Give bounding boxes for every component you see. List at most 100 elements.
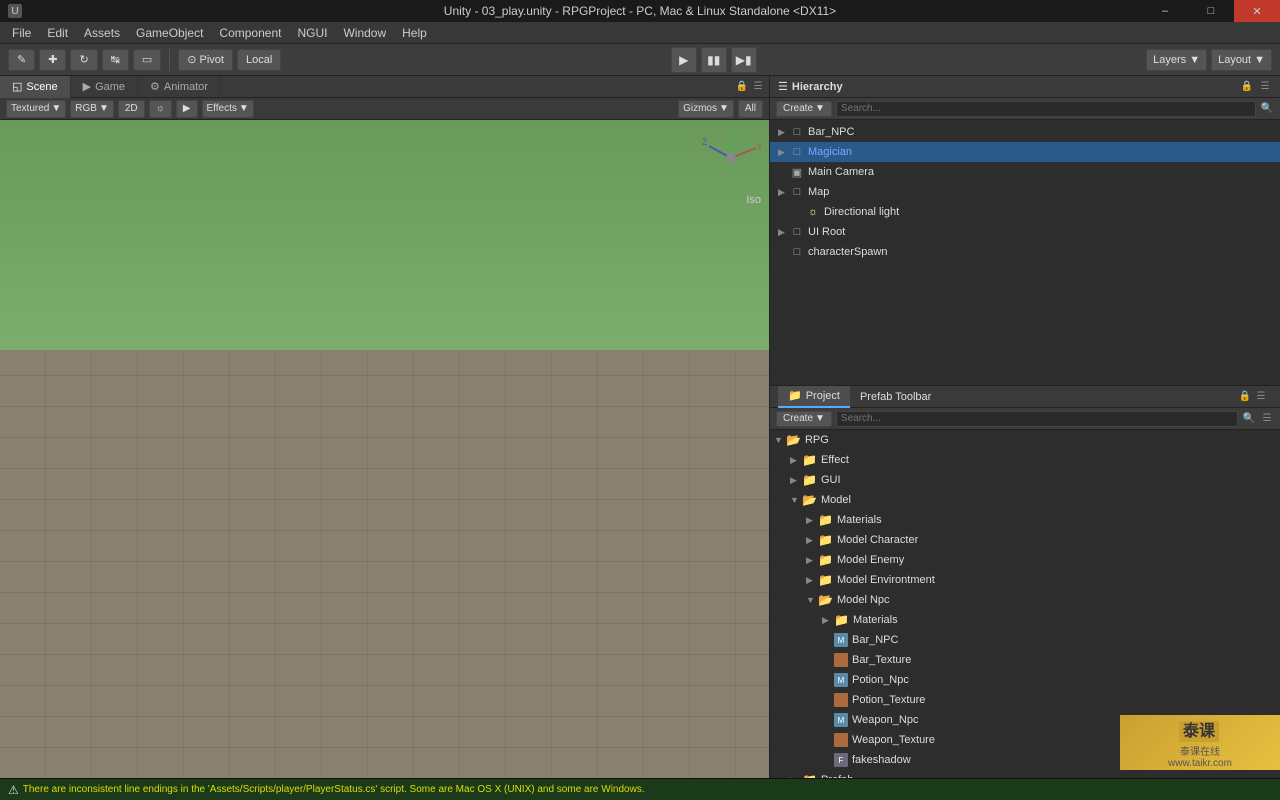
tree-arrow-icon-2: ▶ <box>778 147 790 158</box>
menu-gameobject[interactable]: GameObject <box>128 24 211 42</box>
menu-window[interactable]: Window <box>335 24 394 42</box>
tab-scene[interactable]: ◱ Scene <box>0 76 71 98</box>
hierarchy-lock-icon[interactable]: 🔒 <box>1240 80 1254 94</box>
folder-icon-model-enemy: 📁 <box>818 553 833 567</box>
tab-game[interactable]: ▶ Game <box>71 76 138 98</box>
project-lock-icon[interactable]: 🔒 <box>1238 390 1252 404</box>
project-item-label-rpg: RPG <box>805 434 829 446</box>
tree-item-bar-npc[interactable]: ▶ □ Bar_NPC <box>770 122 1280 142</box>
audio-button[interactable]: ▶ <box>176 100 198 118</box>
close-button[interactable]: ✕ <box>1234 0 1280 22</box>
project-tree-item-bar-npc-asset[interactable]: MBar_NPC <box>770 630 1280 650</box>
tree-item-directional-light[interactable]: ▶ ☼ Directional light <box>770 202 1280 222</box>
minimize-button[interactable]: – <box>1142 0 1188 22</box>
move-tool[interactable]: ✚ <box>39 49 66 71</box>
project-tree-item-model-npc[interactable]: ▼📂Model Npc <box>770 590 1280 610</box>
project-tree-item-gui[interactable]: ▶📁GUI <box>770 470 1280 490</box>
play-button[interactable]: ▶ <box>671 47 697 73</box>
pivot-button[interactable]: ⊙ Pivot <box>178 49 233 71</box>
scene-icon: ◱ <box>12 80 22 93</box>
tree-arrow-icon-4: ▶ <box>778 187 790 198</box>
gameobject-icon-2: □ <box>790 145 804 159</box>
project-tree-item-model-environment[interactable]: ▶📁 Model Environtment <box>770 570 1280 590</box>
project-controls: 🔒 ☰ <box>1234 390 1272 404</box>
rotate-tool[interactable]: ↻ <box>70 49 97 71</box>
project-tree-item-model-enemy[interactable]: ▶📁Model Enemy <box>770 550 1280 570</box>
menu-file[interactable]: File <box>4 24 39 42</box>
svg-text:Y: Y <box>728 128 734 134</box>
pause-button[interactable]: ▮▮ <box>701 47 727 73</box>
project-search-icon[interactable]: 🔍 <box>1242 412 1256 426</box>
hierarchy-search-icon[interactable]: 🔍 <box>1260 102 1274 116</box>
menu-help[interactable]: Help <box>394 24 435 42</box>
project-tree-item-model[interactable]: ▼📂Model <box>770 490 1280 510</box>
hand-tool[interactable]: ✎ <box>8 49 35 71</box>
folder-open-arrow-icon: ▼ <box>790 495 802 505</box>
folder-icon-model-environment: 📁 <box>818 573 833 587</box>
tree-item-map[interactable]: ▶ □ Map <box>770 182 1280 202</box>
tree-item-character-spawn[interactable]: ▶ □ characterSpawn <box>770 242 1280 262</box>
layers-dropdown[interactable]: Layers ▼ <box>1146 49 1207 71</box>
project-filter-icon[interactable]: ☰ <box>1260 412 1274 426</box>
project-tree-item-potion-texture[interactable]: Potion_Texture <box>770 690 1280 710</box>
tab-prefab-toolbar[interactable]: Prefab Toolbar <box>850 386 941 408</box>
tab-lock-icon[interactable]: 🔒 <box>735 80 749 94</box>
chevron-down-icon-3: ▼ <box>51 103 61 114</box>
pivot-icon: ⊙ <box>187 53 196 66</box>
menu-assets[interactable]: Assets <box>76 24 128 42</box>
textured-dropdown[interactable]: Textured ▼ <box>6 100 66 118</box>
hierarchy-tree: ▶ □ Bar_NPC ▶ □ Magician ▶ ▣ Main Camera <box>770 120 1280 385</box>
playback-controls: ▶ ▮▮ ▶▮ <box>285 47 1142 73</box>
effects-dropdown[interactable]: Effects ▼ <box>202 100 254 118</box>
project-tree-item-effect[interactable]: ▶📁Effect <box>770 450 1280 470</box>
project-item-label-bar-texture: Bar_Texture <box>852 654 911 666</box>
all-button[interactable]: All <box>738 100 763 118</box>
chevron-down-icon: ▼ <box>1189 54 1200 66</box>
project-item-label-effect: Effect <box>821 454 849 466</box>
hierarchy-menu-icon[interactable]: ☰ <box>1258 80 1272 94</box>
menu-component[interactable]: Component <box>211 24 289 42</box>
hierarchy-search-input[interactable] <box>836 101 1256 117</box>
project-tree-item-prefab[interactable]: ▶📁Prefab <box>770 770 1280 778</box>
window-title: Unity - 03_play.unity - RPGProject - PC,… <box>444 4 836 18</box>
gizmos-dropdown[interactable]: Gizmos ▼ <box>678 100 734 118</box>
menu-ngui[interactable]: NGUI <box>289 24 335 42</box>
maximize-button[interactable]: □ <box>1188 0 1234 22</box>
project-toolbar: Create ▼ 🔍 ☰ <box>770 408 1280 430</box>
lighting-button[interactable]: ☼ <box>149 100 172 118</box>
local-button[interactable]: Local <box>237 49 281 71</box>
step-button[interactable]: ▶▮ <box>731 47 757 73</box>
project-item-label-model-environment: Model Environtment <box>837 574 935 586</box>
tree-item-magician[interactable]: ▶ □ Magician <box>770 142 1280 162</box>
project-tree-item-materials-1[interactable]: ▶📁Materials <box>770 510 1280 530</box>
folder-closed-arrow-icon: ▶ <box>806 515 818 526</box>
project-tree-item-materials-2[interactable]: ▶📁Materials <box>770 610 1280 630</box>
hierarchy-create-button[interactable]: Create ▼ <box>776 101 832 117</box>
watermark: 泰课 泰课在线 www.taikr.com <box>1120 715 1280 770</box>
project-tree-item-potion-npc[interactable]: MPotion_Npc <box>770 670 1280 690</box>
scale-tool[interactable]: ↹ <box>102 49 129 71</box>
project-tree-item-bar-texture[interactable]: Bar_Texture <box>770 650 1280 670</box>
layout-dropdown[interactable]: Layout ▼ <box>1211 49 1272 71</box>
project-create-button[interactable]: Create ▼ <box>776 411 832 427</box>
project-tree-item-model-character[interactable]: ▶📁Model Character <box>770 530 1280 550</box>
2d-button[interactable]: 2D <box>118 100 145 118</box>
folder-closed-arrow-icon: ▶ <box>806 575 818 586</box>
rect-tool[interactable]: ▭ <box>133 49 161 71</box>
project-item-label-potion-npc: Potion_Npc <box>852 674 909 686</box>
project-search-input[interactable] <box>836 411 1238 427</box>
menu-edit[interactable]: Edit <box>39 24 76 42</box>
project-tree-item-rpg[interactable]: ▼📂RPG <box>770 430 1280 450</box>
tree-item-main-camera[interactable]: ▶ ▣ Main Camera <box>770 162 1280 182</box>
texture-icon-weapon-texture <box>834 733 848 747</box>
scene-viewport[interactable]: Y X Z Iso <box>0 120 769 778</box>
tab-project[interactable]: 📁 Project <box>778 386 850 408</box>
rgb-dropdown[interactable]: RGB ▼ <box>70 100 114 118</box>
project-menu-icon[interactable]: ☰ <box>1254 390 1268 404</box>
tree-arrow-icon-6: ▶ <box>778 227 790 238</box>
gameobject-icon: □ <box>790 125 804 139</box>
window-controls: – □ ✕ <box>1142 0 1280 22</box>
tab-animator[interactable]: ⚙ Animator <box>138 76 221 98</box>
tree-item-ui-root[interactable]: ▶ □ UI Root <box>770 222 1280 242</box>
tab-menu-icon[interactable]: ☰ <box>751 80 765 94</box>
